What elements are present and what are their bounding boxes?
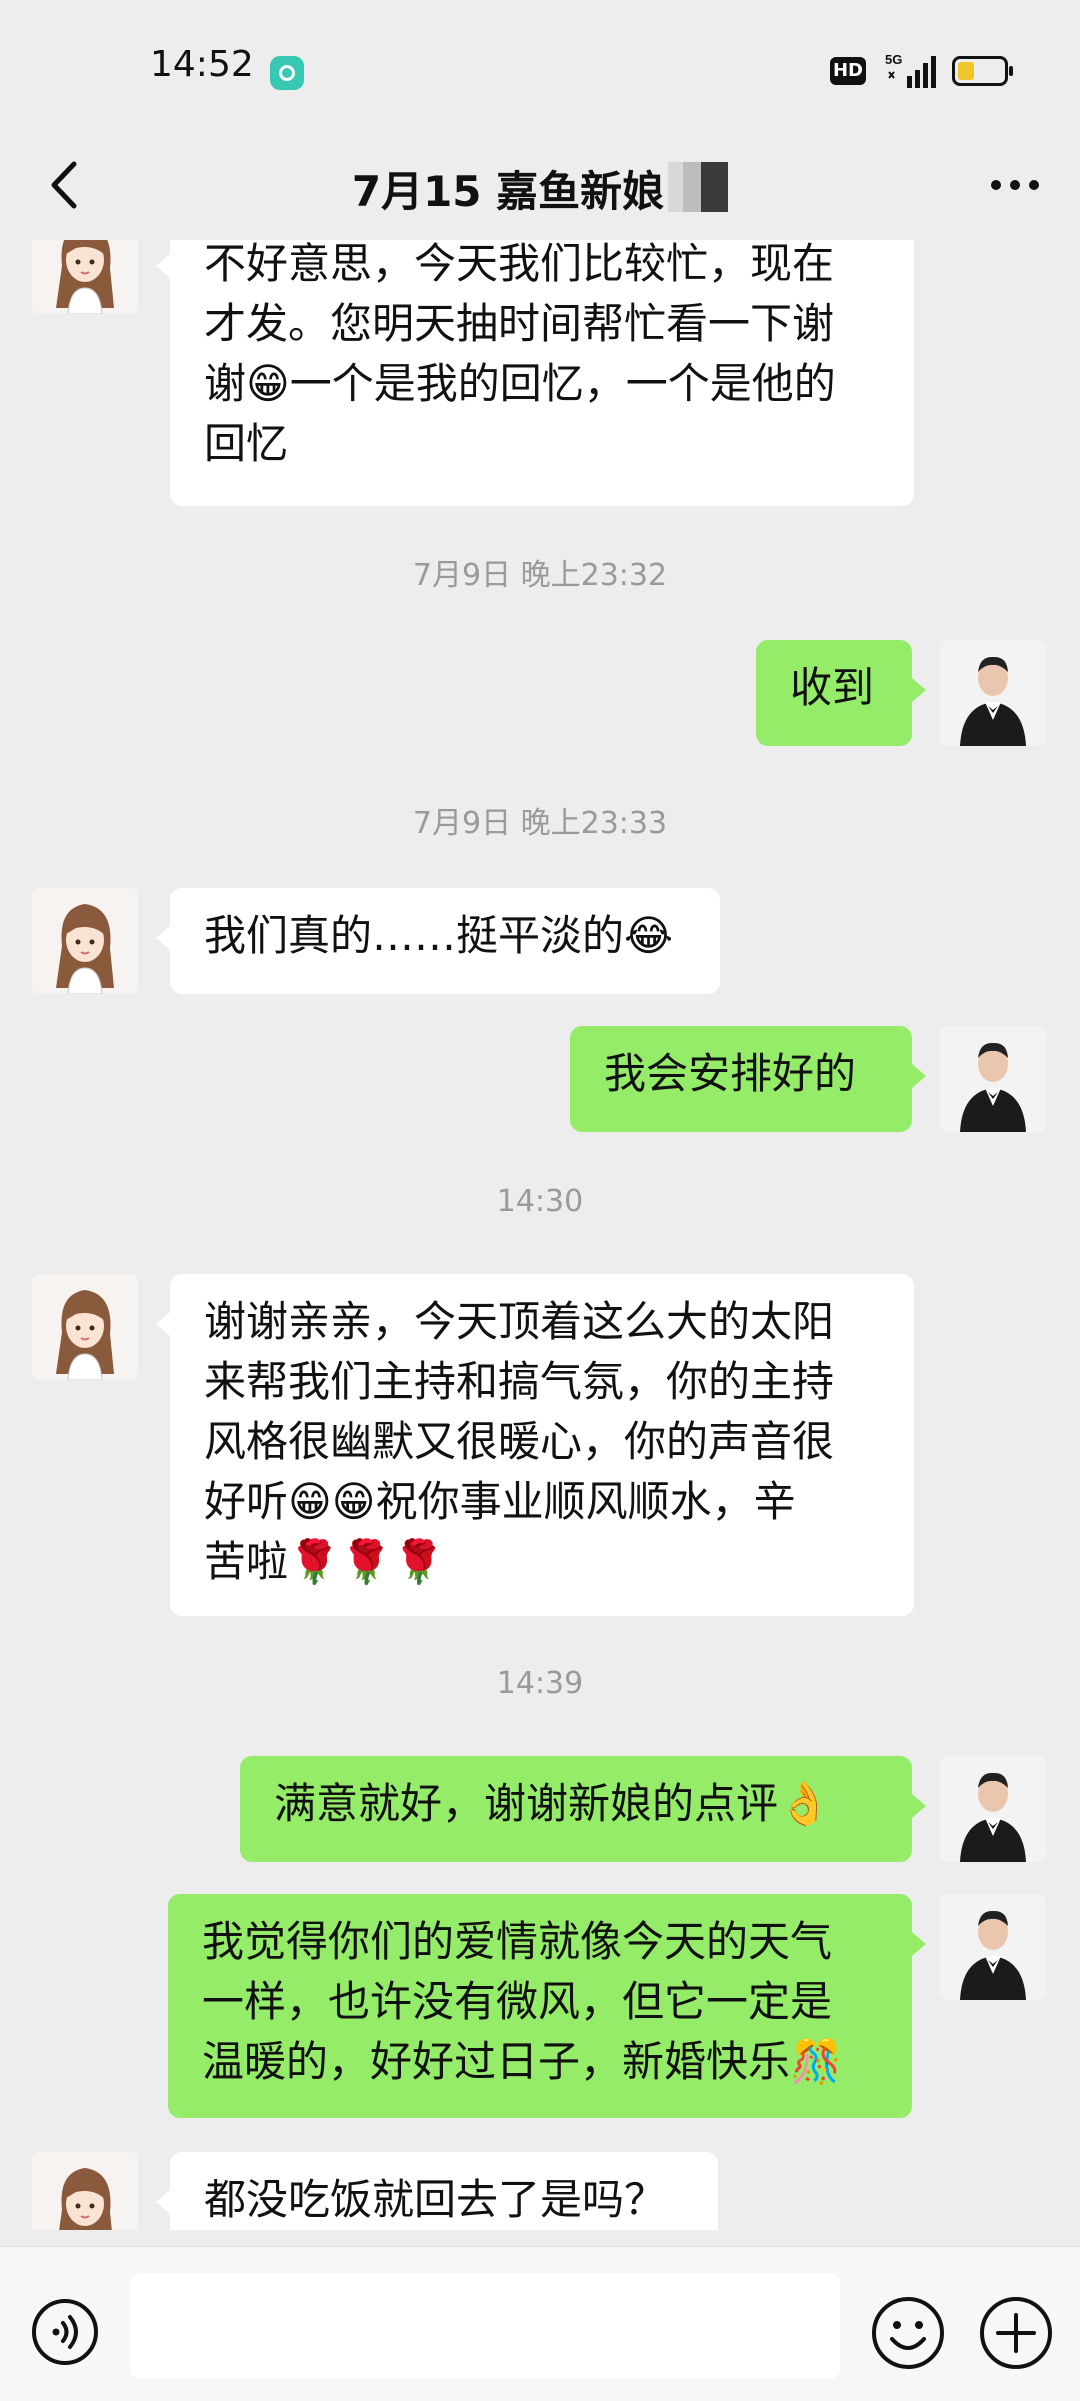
my-avatar[interactable] <box>940 1026 1046 1132</box>
message-bubble-outgoing[interactable]: 满意就好，谢谢新娘的点评👌 <box>240 1756 926 1862</box>
redacted-title-block <box>668 162 729 212</box>
contact-avatar[interactable] <box>32 888 138 994</box>
message-bubble-outgoing[interactable]: 收到 <box>756 640 926 746</box>
network-label: 5G <box>885 52 902 67</box>
status-bar: 14:52 HD 5G <box>0 0 1080 130</box>
man-avatar-icon <box>940 1756 1046 1862</box>
man-avatar-icon <box>940 1026 1046 1132</box>
man-avatar-icon <box>940 640 1046 746</box>
contact-avatar[interactable] <box>32 240 138 314</box>
chat-header: 7月15 嘉鱼新娘 <box>0 130 1080 240</box>
emoji-icon[interactable] <box>870 2295 946 2371</box>
message-bubble-incoming[interactable]: 谢谢亲亲，今天顶着这么大的太阳 来帮我们主持和搞气氛，你的主持 风格很幽默又很暖… <box>156 1274 914 1616</box>
message-bubble-incoming[interactable]: 都没吃饭就回去了是吗？ <box>156 2152 718 2230</box>
message-timestamp: 7月9日 晚上23:32 <box>412 558 668 593</box>
girl-avatar-icon <box>32 1274 138 1380</box>
message-bubble-incoming[interactable]: 我们真的……挺平淡的😂 <box>156 888 720 994</box>
more-dots-icon[interactable] <box>980 150 1050 220</box>
battery-icon <box>952 56 1013 86</box>
message-input[interactable] <box>130 2273 840 2379</box>
message-bubble-incoming[interactable]: 不好意思，今天我们比较忙，现在 才发。您明天抽时间帮忙看一下谢 谢😁一个是我的回… <box>156 240 914 506</box>
signal-icon: 5G <box>885 52 936 88</box>
hd-icon: HD <box>830 57 866 85</box>
voice-icon[interactable] <box>30 2297 100 2367</box>
contact-avatar[interactable] <box>32 2152 138 2230</box>
contact-avatar[interactable] <box>32 1274 138 1380</box>
girl-avatar-icon <box>32 240 138 314</box>
notification-app-icon <box>270 56 304 90</box>
message-timestamp: 14:39 <box>496 1666 584 1701</box>
my-avatar[interactable] <box>940 640 1046 746</box>
my-avatar[interactable] <box>940 1756 1046 1862</box>
message-bubble-outgoing[interactable]: 我会安排好的 <box>570 1026 926 1132</box>
message-bubble-outgoing[interactable]: 我觉得你们的爱情就像今天的天气 一样，也许没有微风，但它一定是 温暖的，好好过日… <box>168 1894 926 2118</box>
message-timestamp: 14:30 <box>496 1184 584 1219</box>
chat-title-text: 7月15 嘉鱼新娘 <box>351 167 665 216</box>
battery-level <box>958 62 974 80</box>
chat-title: 7月15 嘉鱼新娘 <box>0 158 1080 219</box>
message-timestamp: 7月9日 晚上23:33 <box>412 806 668 841</box>
plus-icon[interactable] <box>978 2295 1054 2371</box>
my-avatar[interactable] <box>940 1894 1046 2000</box>
status-time: 14:52 <box>150 44 254 85</box>
man-avatar-icon <box>940 1894 1046 2000</box>
message-list[interactable]: 不好意思，今天我们比较忙，现在 才发。您明天抽时间帮忙看一下谢 谢😁一个是我的回… <box>0 240 1080 2230</box>
girl-avatar-icon <box>32 888 138 994</box>
input-bar <box>0 2246 1080 2401</box>
girl-avatar-icon <box>32 2152 138 2230</box>
